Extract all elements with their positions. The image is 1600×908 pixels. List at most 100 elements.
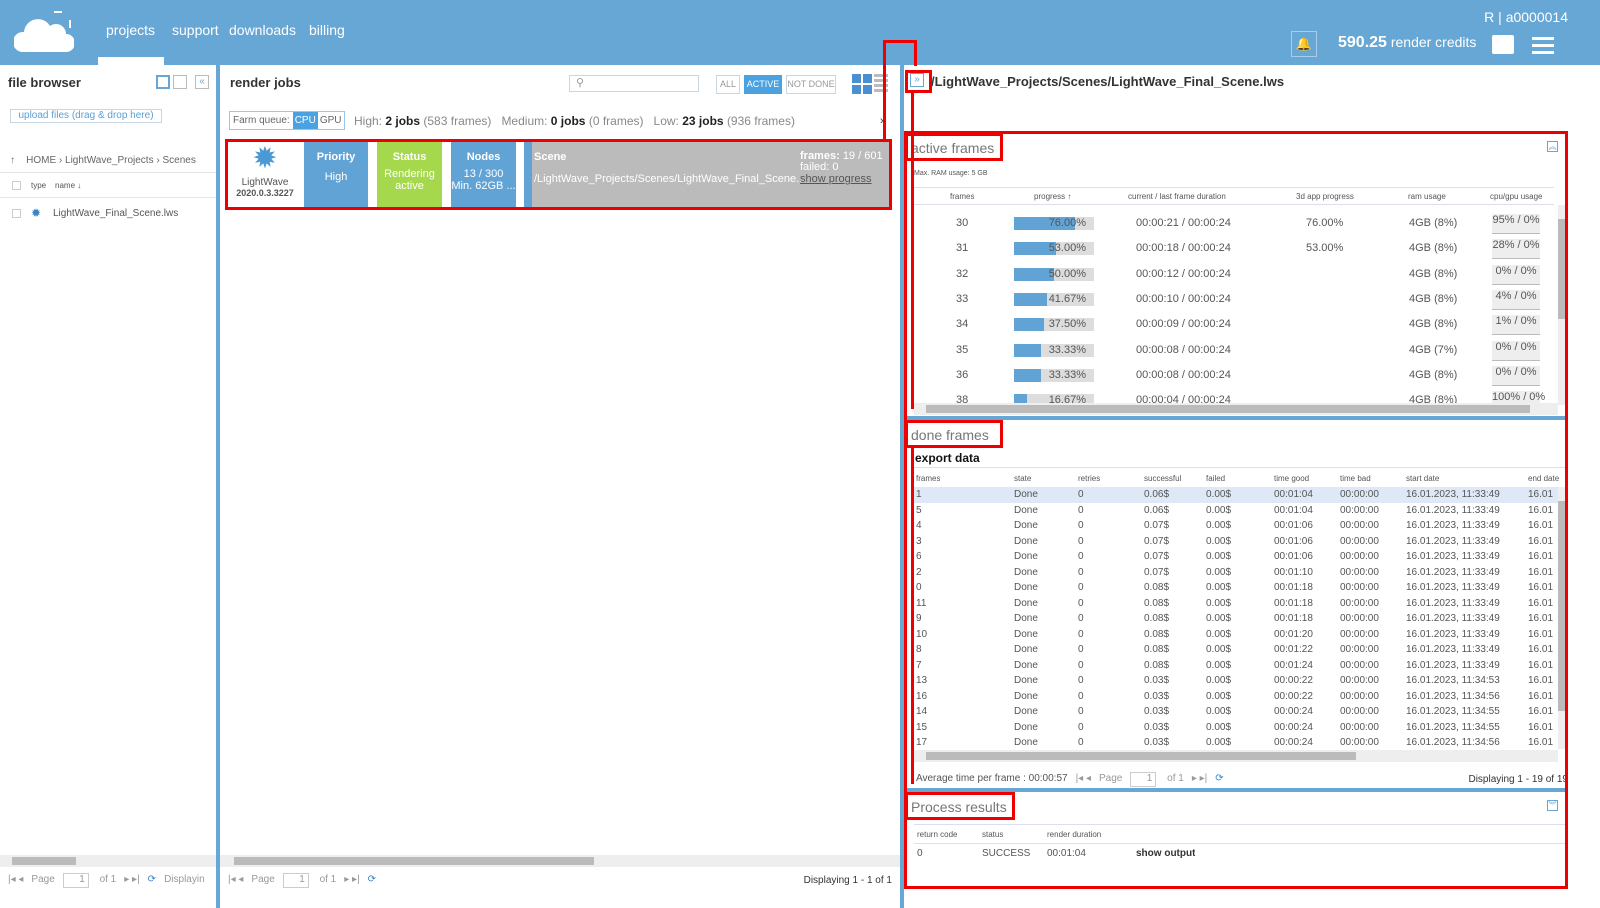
page-input[interactable]: 1 — [62, 873, 89, 888]
done-frame-row[interactable]: 11 Done 0 0.08$ 0.00$ 00:01:18 00:00:00 16.01.2… — [914, 596, 1558, 612]
gpu-toggle[interactable]: GPU — [318, 112, 344, 129]
done-cell: 0.00$ — [1206, 675, 1232, 686]
active-frame-row[interactable]: 33 41.67% 00:00:10 / 00:00:24 4GB (8%) 4… — [914, 289, 1554, 312]
show-output-link[interactable]: show output — [1136, 848, 1195, 859]
done-cell: 0.03$ — [1144, 690, 1170, 702]
horizontal-scrollbar[interactable] — [220, 855, 900, 867]
refresh-icon[interactable]: ⟳ — [368, 874, 376, 885]
horizontal-scrollbar[interactable] — [0, 855, 216, 867]
breadcrumb-scenes[interactable]: Scenes — [162, 155, 195, 166]
collapse-up-icon[interactable]: ︽ — [1547, 141, 1558, 152]
export-data-link[interactable]: export data — [915, 451, 980, 465]
done-cell: Done — [1014, 737, 1038, 748]
filter-not-done[interactable]: NOT DONE — [786, 75, 836, 94]
active-frame-row[interactable]: 36 33.33% 00:00:08 / 00:00:24 4GB (8%) 0… — [914, 365, 1554, 388]
done-frame-row[interactable]: 16 Done 0 0.03$ 0.00$ 00:00:22 00:00:00 16.01.2… — [914, 689, 1558, 705]
grid-view-icon[interactable] — [852, 74, 872, 94]
done-frame-row[interactable]: 9 Done 0 0.08$ 0.00$ 00:01:18 00:00:00 16.01.20… — [914, 611, 1558, 627]
vertical-scrollbar[interactable] — [1558, 487, 1568, 749]
done-cell: 0.00$ — [1206, 597, 1232, 609]
progress-bar: 53.00% — [1014, 242, 1094, 256]
page-input[interactable]: 1 — [282, 873, 309, 888]
up-arrow-icon[interactable]: ↑ — [10, 155, 15, 166]
frame-duration: 00:00:10 / 00:00:24 — [1136, 292, 1231, 305]
search-input[interactable]: ⚲ — [569, 75, 699, 92]
select-all-checkbox[interactable] — [12, 181, 21, 190]
done-col-header[interactable]: end date — [1528, 474, 1559, 483]
show-progress-link[interactable]: show progress — [800, 173, 872, 185]
done-frame-row[interactable]: 17 Done 0 0.03$ 0.00$ 00:00:24 00:00:00 16.01.2… — [914, 735, 1558, 751]
refresh-icon[interactable]: ⟳ — [1215, 773, 1223, 784]
nav-support[interactable]: support — [172, 22, 219, 38]
done-cell: 00:00:00 — [1340, 690, 1379, 702]
done-col-header[interactable]: retries — [1078, 474, 1100, 483]
done-frame-row[interactable]: 8 Done 0 0.08$ 0.00$ 00:01:22 00:00:00 16.01.20… — [914, 642, 1558, 658]
page-input[interactable]: 1 — [1130, 772, 1157, 787]
chat-icon[interactable] — [1492, 35, 1514, 54]
file-row[interactable]: ✹ LightWave_Final_Scene.lws — [0, 205, 216, 221]
job-card[interactable]: ✹ LightWave 2020.0.3.3227 Priority High S… — [227, 141, 891, 209]
done-col-header[interactable]: start date — [1406, 474, 1439, 483]
done-col-header[interactable]: frames — [916, 474, 940, 483]
file-checkbox[interactable] — [12, 209, 21, 218]
user-account[interactable]: R | a0000014 — [1484, 9, 1568, 25]
done-col-header[interactable]: successful — [1144, 474, 1181, 483]
done-frame-row[interactable]: 2 Done 0 0.07$ 0.00$ 00:01:10 00:00:00 16.01.20… — [914, 565, 1558, 581]
active-frame-row[interactable]: 31 53.00% 00:00:18 / 00:00:24 53.00% 4GB… — [914, 239, 1554, 261]
done-frame-row[interactable]: 5 Done 0 0.06$ 0.00$ 00:01:04 00:00:00 16.01.20… — [914, 503, 1558, 519]
list-view-icon[interactable] — [874, 74, 888, 94]
horizontal-scrollbar[interactable] — [914, 403, 1558, 415]
col-type[interactable]: type — [31, 181, 46, 190]
horizontal-scrollbar[interactable] — [914, 750, 1558, 762]
active-frame-row[interactable]: 32 50.00% 00:00:12 / 00:00:24 4GB (8%) 0… — [914, 264, 1554, 287]
done-cell: 16.01.2023, 11:33:49 — [1406, 520, 1500, 531]
active-frame-row[interactable]: 34 37.50% 00:00:09 / 00:00:24 4GB (8%) 1… — [914, 315, 1554, 337]
nav-projects[interactable]: projects — [98, 0, 165, 65]
vertical-scrollbar[interactable] — [1558, 205, 1568, 405]
done-cell: 00:00:00 — [1340, 489, 1379, 500]
done-col-header[interactable]: state — [1014, 474, 1031, 483]
done-frame-row[interactable]: 1 Done 0 0.06$ 0.00$ 00:01:04 00:00:00 16.01.20… — [914, 487, 1558, 503]
done-frame-row[interactable]: 0 Done 0 0.08$ 0.00$ 00:01:18 00:00:00 16.01.20… — [914, 580, 1558, 596]
done-cell: 0.07$ — [1144, 535, 1170, 547]
done-col-header[interactable]: time good — [1274, 474, 1309, 483]
done-frame-row[interactable]: 15 Done 0 0.03$ 0.00$ 00:00:24 00:00:00 16.01.2… — [914, 720, 1558, 736]
file-name[interactable]: LightWave_Final_Scene.lws — [53, 208, 178, 219]
done-frame-row[interactable]: 10 Done 0 0.08$ 0.00$ 00:01:20 00:00:00 16.01.2… — [914, 627, 1558, 643]
done-cell: Done — [1014, 520, 1038, 531]
collapse-left-icon[interactable]: « — [195, 75, 209, 89]
cloud-logo-icon[interactable] — [14, 8, 74, 56]
done-col-header[interactable]: time bad — [1340, 474, 1371, 483]
done-cell: 00:00:24 — [1274, 706, 1313, 717]
done-frames-header: frames state retries successful failed time g… — [914, 467, 1568, 487]
done-cell: 16.01.2023, 11:33:49 — [1406, 597, 1500, 609]
cpu-toggle[interactable]: CPU — [292, 112, 318, 129]
col-name[interactable]: name ↓ — [55, 181, 81, 190]
expand-right-icon[interactable]: » — [910, 73, 924, 87]
upload-button[interactable]: upload files (drag & drop here) — [10, 109, 162, 123]
active-frame-row[interactable]: 35 33.33% 00:00:08 / 00:00:24 4GB (7%) 0… — [914, 340, 1554, 363]
done-cell: Done — [1014, 535, 1038, 547]
split-vertical-icon[interactable] — [156, 75, 170, 89]
split-horizontal-icon[interactable] — [173, 75, 187, 89]
breadcrumb-home[interactable]: HOME — [26, 155, 56, 166]
nav-billing[interactable]: billing — [309, 22, 345, 38]
expand-icon[interactable]: » — [880, 115, 886, 127]
done-frame-row[interactable]: 4 Done 0 0.07$ 0.00$ 00:01:06 00:00:00 16.01.20… — [914, 518, 1558, 534]
nav-downloads[interactable]: downloads — [229, 22, 296, 38]
hamburger-menu-icon[interactable] — [1532, 37, 1554, 58]
done-frame-row[interactable]: 3 Done 0 0.07$ 0.00$ 00:01:06 00:00:00 16.01.20… — [914, 534, 1558, 550]
done-frame-row[interactable]: 13 Done 0 0.03$ 0.00$ 00:00:22 00:00:00 16.01.2… — [914, 673, 1558, 689]
done-col-header[interactable]: failed — [1206, 474, 1225, 483]
filter-active[interactable]: ACTIVE — [744, 75, 782, 94]
refresh-icon[interactable]: ⟳ — [148, 874, 156, 885]
filter-all[interactable]: ALL — [716, 75, 740, 94]
done-frame-row[interactable]: 7 Done 0 0.08$ 0.00$ 00:01:24 00:00:00 16.01.20… — [914, 658, 1558, 674]
bell-icon[interactable]: 🔔 — [1291, 31, 1317, 57]
done-frame-row[interactable]: 6 Done 0 0.07$ 0.00$ 00:01:06 00:00:00 16.01.20… — [914, 549, 1558, 565]
collapse-down-icon[interactable]: ︾ — [1547, 800, 1558, 811]
done-cell: 00:01:22 — [1274, 644, 1313, 655]
done-frame-row[interactable]: 14 Done 0 0.03$ 0.00$ 00:00:24 00:00:00 16.01.2… — [914, 704, 1558, 720]
breadcrumb-projects[interactable]: LightWave_Projects — [65, 155, 154, 166]
active-frame-row[interactable]: 30 76.00% 00:00:21 / 00:00:24 76.00% 4GB… — [914, 214, 1554, 236]
